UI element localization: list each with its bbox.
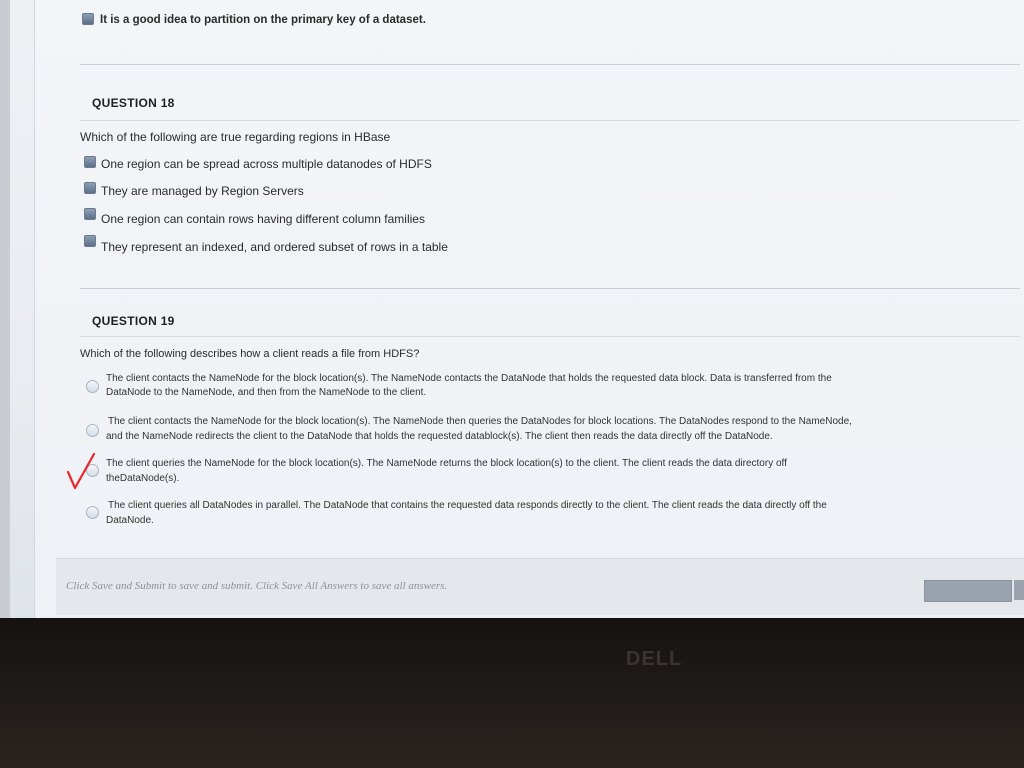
q19-option-1-line1: The client contacts the NameNode for the… [106,373,832,384]
browser-screen: It is a good idea to partition on the pr… [0,0,1024,618]
question-18-prompt: Which of the following are true regardin… [80,130,391,144]
q19-option-4-line1: The client queries all DataNodes in para… [108,500,827,511]
question-18-heading: QUESTION 18 [92,96,175,110]
footer-instructions: Click Save and Submit to save and submit… [66,580,448,592]
q19-option-3-line1: The client queries the NameNode for the … [106,458,787,469]
q19-option-2-line2: and the NameNode redirects the client to… [106,431,773,442]
question-19-heading: QUESTION 19 [92,314,175,328]
q18-option-3-checkbox[interactable] [84,208,96,220]
q18-option-1-label: One region can be spread across multiple… [101,157,432,171]
left-margin [0,0,10,618]
q19-option-1-radio[interactable] [86,380,99,393]
prev-option-label: It is a good idea to partition on the pr… [100,14,426,26]
q19-option-2-radio[interactable] [86,424,99,437]
save-all-answers-button[interactable] [1014,580,1024,600]
dell-logo: DELL [626,648,683,670]
q18-option-2-checkbox[interactable] [84,182,96,194]
save-and-submit-button[interactable] [924,580,1012,602]
laptop-bezel [0,618,1024,768]
divider-3 [80,288,1020,289]
divider-2 [80,120,1020,121]
q18-option-4-label: They represent an indexed, and ordered s… [101,240,448,254]
prev-option-checkbox[interactable] [82,13,94,25]
q18-option-1-checkbox[interactable] [84,156,96,168]
q18-option-2-label: They are managed by Region Servers [101,184,304,198]
divider-4 [80,336,1020,337]
q19-option-4-line2: DataNode. [106,515,154,526]
q19-option-4-radio[interactable] [86,506,99,519]
question-19-prompt: Which of the following describes how a c… [80,348,420,360]
q19-option-3-line2: theDataNode(s). [106,473,180,484]
divider-1 [80,64,1020,65]
q18-option-4-checkbox[interactable] [84,235,96,247]
test-content-area [34,0,1024,618]
red-checkmark-icon [66,452,96,490]
q19-option-1-line2: DataNode to the NameNode, and then from … [106,387,427,398]
q19-option-2-line1: The client contacts the NameNode for the… [108,416,852,427]
q18-option-3-label: One region can contain rows having diffe… [101,212,425,226]
